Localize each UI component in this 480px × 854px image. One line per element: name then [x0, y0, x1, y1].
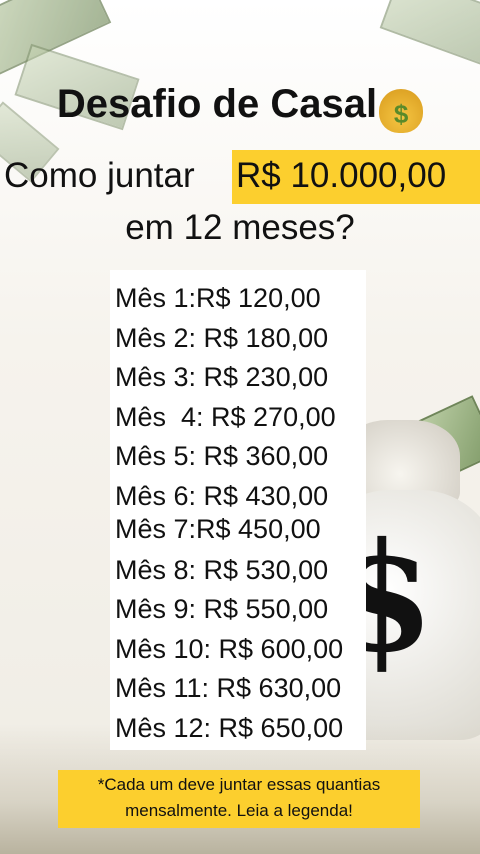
month-row: Mês 3: R$ 230,00: [115, 362, 329, 392]
subtitle-highlight: R$ 10.000,00: [236, 156, 447, 195]
money-bag-icon: $: [379, 89, 424, 133]
subtitle-lead: Como juntar: [4, 156, 195, 195]
footnote-line-1: *Cada um deve juntar essas quantias: [97, 775, 381, 794]
footnote-box: *Cada um deve juntar essas quantias mens…: [58, 770, 420, 828]
subtitle-line-1: Como juntar R$ 10.000,00: [0, 150, 480, 204]
title-text: Desafio de Casal: [56, 82, 378, 126]
subtitle-highlight-box: R$ 10.000,00: [232, 150, 480, 204]
month-row: Mês 1:R$ 120,00: [115, 283, 321, 313]
month-row: Mês 4: R$ 270,00: [115, 402, 336, 432]
footnote-line-2: mensalmente. Leia a legenda!: [125, 801, 353, 820]
month-row: Mês 5: R$ 360,00: [115, 441, 329, 471]
month-row: Mês 6: R$ 430,00: [115, 481, 329, 511]
month-row: Mês 8: R$ 530,00: [115, 555, 329, 585]
month-row: Mês 7:R$ 450,00: [115, 514, 321, 544]
month-row: Mês 12: R$ 650,00: [115, 713, 344, 743]
month-row: Mês 2: R$ 180,00: [115, 323, 329, 353]
month-row: Mês 11: R$ 630,00: [115, 673, 342, 703]
page-title: Desafio de Casal $: [0, 82, 480, 133]
subtitle-line-2: em 12 meses?: [125, 208, 355, 247]
month-row: Mês 10: R$ 600,00: [115, 634, 344, 664]
month-row: Mês 9: R$ 550,00: [115, 594, 329, 624]
